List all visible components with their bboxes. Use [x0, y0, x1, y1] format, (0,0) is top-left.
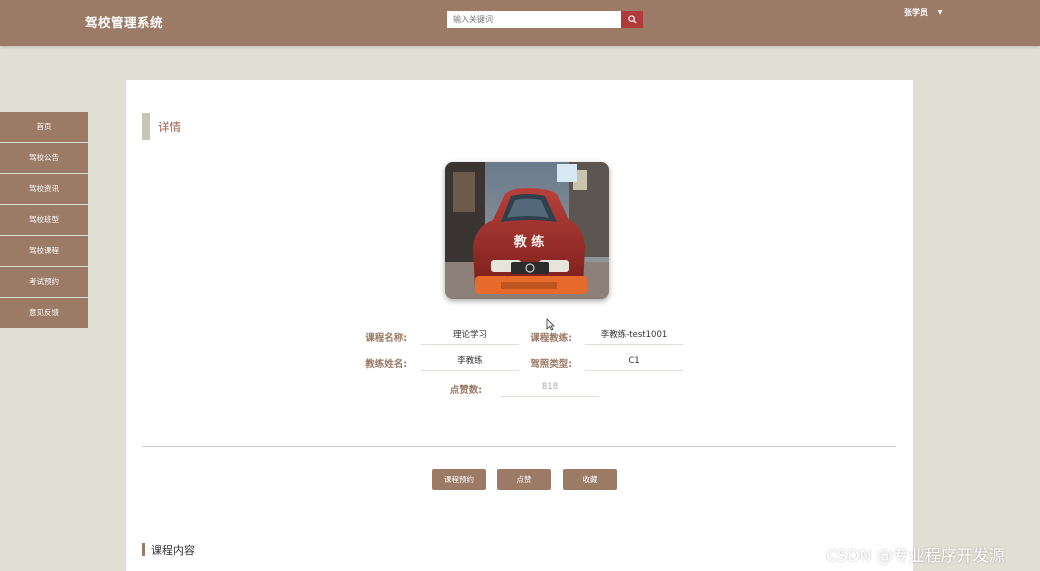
course-name-label: 课程名称:: [365, 333, 407, 344]
search-box: [447, 11, 643, 28]
likes-value: 818: [501, 380, 599, 397]
favorite-button[interactable]: 收藏: [563, 469, 617, 490]
license-type-label: 驾照类型:: [530, 359, 572, 370]
license-type-value: C1: [585, 354, 683, 371]
mouse-cursor-icon: [546, 318, 555, 331]
search-icon: [627, 15, 637, 24]
watermark: CSDN @专业程序开发源: [826, 546, 1005, 565]
sidebar: 首页 驾校公告 驾校资讯 驾校班型 驾校课程 考试预约 意见反馈: [0, 112, 88, 329]
sidebar-item-notices[interactable]: 驾校公告: [0, 143, 88, 173]
sidebar-item-courses[interactable]: 驾校课程: [0, 236, 88, 266]
sidebar-item-feedback[interactable]: 意见反馈: [0, 298, 88, 328]
book-course-button[interactable]: 课程预约: [432, 469, 486, 490]
section-marker: [142, 113, 150, 140]
search-input[interactable]: [447, 11, 621, 28]
divider: [142, 446, 896, 447]
sidebar-item-classes[interactable]: 驾校班型: [0, 205, 88, 235]
sidebar-item-news[interactable]: 驾校资讯: [0, 174, 88, 204]
coach-value: 李教练-test1001: [585, 328, 683, 345]
like-button[interactable]: 点赞: [497, 469, 551, 490]
user-name: 张学员: [904, 8, 928, 17]
top-bar: 驾校管理系统 张学员 ▼: [0, 0, 1040, 46]
car-image: 教 练: [445, 162, 609, 299]
caret-down-icon: ▼: [937, 9, 943, 16]
course-content-title: 课程内容: [151, 544, 195, 557]
detail-title: 详情: [158, 120, 181, 134]
coach-name-label: 教练姓名:: [365, 359, 407, 370]
likes-label: 点赞数:: [449, 385, 482, 396]
detail-card: 详情 教 练 课程名称: 理论学习 课程教练: 李教练-test1001 教练姓…: [126, 80, 913, 571]
search-button[interactable]: [621, 11, 643, 28]
sidebar-item-home[interactable]: 首页: [0, 112, 88, 142]
coach-label: 课程教练:: [530, 333, 572, 344]
brand-title: 驾校管理系统: [85, 15, 164, 30]
hood-lettering: 教 练: [513, 234, 545, 250]
sidebar-item-exam-booking[interactable]: 考试预约: [0, 267, 88, 297]
user-menu[interactable]: 张学员 ▼: [904, 7, 942, 18]
course-photo: 教 练: [445, 162, 609, 299]
section-marker: [142, 543, 145, 556]
